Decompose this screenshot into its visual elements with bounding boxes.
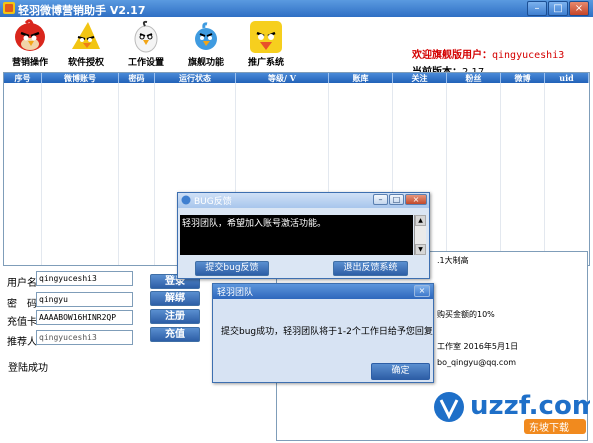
uzzf-watermark-logo: uzzf.com 东坡下载 bbox=[434, 391, 590, 434]
tool-label: 工作设置 bbox=[127, 58, 164, 68]
scroll-up-arrow-icon[interactable]: ▲ bbox=[415, 215, 426, 226]
tool-label: 旗舰功能 bbox=[187, 58, 224, 68]
welcome-user: qingyuceshi3 bbox=[492, 50, 565, 61]
submit-success-dialog: 轻羽团队 × 提交bug成功，轻羽团队将于1-2个工作日给予您回复 确定 bbox=[212, 283, 434, 383]
maximize-button[interactable]: □ bbox=[548, 1, 568, 16]
column-header[interactable]: 粉丝 bbox=[447, 73, 501, 83]
submit-bug-button[interactable]: 提交bug反馈 bbox=[195, 261, 269, 276]
bug-feedback-textarea[interactable]: 轻羽团队，希望加入账号激活功能。 bbox=[180, 215, 413, 255]
success-message: 提交bug成功，轻羽团队将于1-2个工作日给予您回复 bbox=[221, 327, 433, 337]
bug-textarea-scrollbar[interactable]: ▲ ▼ bbox=[414, 215, 426, 255]
column-header[interactable]: 微博账号 bbox=[42, 73, 119, 83]
app-logo-icon bbox=[3, 2, 15, 14]
bug-dialog-title: BUG反馈 bbox=[194, 197, 232, 207]
success-dialog-title-bar[interactable]: 轻羽团队 × bbox=[213, 284, 433, 299]
announcement-line: bo_qingyu@qq.com bbox=[437, 358, 517, 367]
table-column-divider bbox=[42, 83, 119, 265]
table-column-divider bbox=[119, 83, 155, 265]
bug-feedback-dialog: BUG反馈 – □ × 轻羽团队，希望加入账号激活功能。 ▲ ▼ 提交bug反馈… bbox=[177, 192, 430, 279]
tool-promotion[interactable]: 推广系统 bbox=[238, 19, 294, 71]
table-header: 序号 微博账号 密码 运行状态 等级/ V 账库 关注 粉丝 微博 uid bbox=[4, 73, 589, 83]
column-header[interactable]: 序号 bbox=[4, 73, 42, 83]
tool-label: 推广系统 bbox=[247, 58, 284, 68]
column-header[interactable]: 密码 bbox=[119, 73, 155, 83]
column-header[interactable]: 关注 bbox=[393, 73, 447, 83]
success-dialog-title: 轻羽团队 bbox=[217, 288, 254, 298]
exit-feedback-button[interactable]: 退出反馈系统 bbox=[333, 261, 408, 276]
scroll-down-arrow-icon[interactable]: ▼ bbox=[415, 244, 426, 255]
column-header[interactable]: 微博 bbox=[501, 73, 545, 83]
dialog-app-icon bbox=[181, 195, 191, 205]
username-field[interactable]: qingyuceshi3 bbox=[36, 271, 133, 286]
success-dialog-close-button[interactable]: × bbox=[414, 285, 430, 297]
bug-dialog-minimize-button[interactable]: – bbox=[373, 194, 388, 205]
recharge-card-field[interactable]: AAAABOW16HINR2QP bbox=[36, 310, 133, 325]
tool-label: 营销操作 bbox=[11, 58, 48, 68]
announcement-line: .1大制高 bbox=[437, 256, 469, 265]
login-status-text: 登陆成功 bbox=[8, 363, 48, 374]
tool-flagship[interactable]: 旗舰功能 bbox=[178, 19, 234, 71]
yellow-bird-tile-icon bbox=[250, 21, 282, 53]
announcement-line: 工作室 2016年5月1日 bbox=[437, 342, 519, 351]
tool-settings[interactable]: 工作设置 bbox=[118, 19, 174, 71]
column-header[interactable]: 运行状态 bbox=[155, 73, 236, 83]
ok-button[interactable]: 确定 bbox=[371, 363, 430, 380]
toolbar: 营销操作 软件授权 工作设置 旗舰功能 推广系统 欢迎旗舰版用户：qingyuc… bbox=[0, 17, 593, 78]
announcement-line: 购买金额的10% bbox=[437, 310, 495, 319]
register-button[interactable]: 注册 bbox=[150, 309, 200, 324]
table-column-divider bbox=[447, 83, 501, 265]
red-angry-bird-icon bbox=[15, 19, 45, 51]
welcome-prefix: 欢迎旗舰版用户： bbox=[412, 50, 492, 61]
welcome-text: 欢迎旗舰版用户：qingyuceshi3 bbox=[412, 46, 564, 61]
tool-label: 软件授权 bbox=[67, 58, 104, 68]
watermark-brand-text: uzzf.com bbox=[470, 391, 590, 421]
window-title: 轻羽微博营销助手 V2.17 bbox=[18, 4, 146, 17]
bug-dialog-close-button[interactable]: × bbox=[405, 194, 427, 205]
column-header[interactable]: uid bbox=[545, 73, 589, 83]
recharge-button[interactable]: 充值 bbox=[150, 327, 200, 342]
minimize-button[interactable]: – bbox=[527, 1, 547, 16]
table-column-divider bbox=[501, 83, 545, 265]
column-header[interactable]: 等级/ V bbox=[236, 73, 329, 83]
unbind-button[interactable]: 解绑 bbox=[150, 291, 200, 306]
table-column-divider bbox=[4, 83, 42, 265]
bug-dialog-title-bar[interactable]: BUG反馈 – □ × bbox=[178, 193, 429, 208]
bug-dialog-maximize-button[interactable]: □ bbox=[389, 194, 404, 205]
blue-angry-bird-icon bbox=[195, 22, 217, 50]
white-angry-bird-icon bbox=[134, 20, 158, 53]
close-button[interactable]: × bbox=[569, 1, 589, 16]
tool-license[interactable]: 软件授权 bbox=[58, 19, 114, 71]
watermark-subtitle: 东坡下载 bbox=[529, 421, 569, 434]
referrer-field[interactable]: qingyuceshi3 bbox=[36, 330, 133, 345]
password-field[interactable]: qingyu bbox=[36, 292, 133, 307]
yellow-angry-bird-icon bbox=[72, 22, 100, 49]
window-title-bar[interactable]: 轻羽微博营销助手 V2.17 – □ × bbox=[0, 0, 593, 17]
column-header[interactable]: 账库 bbox=[329, 73, 393, 83]
tool-marketing[interactable]: 营销操作 bbox=[2, 19, 58, 71]
